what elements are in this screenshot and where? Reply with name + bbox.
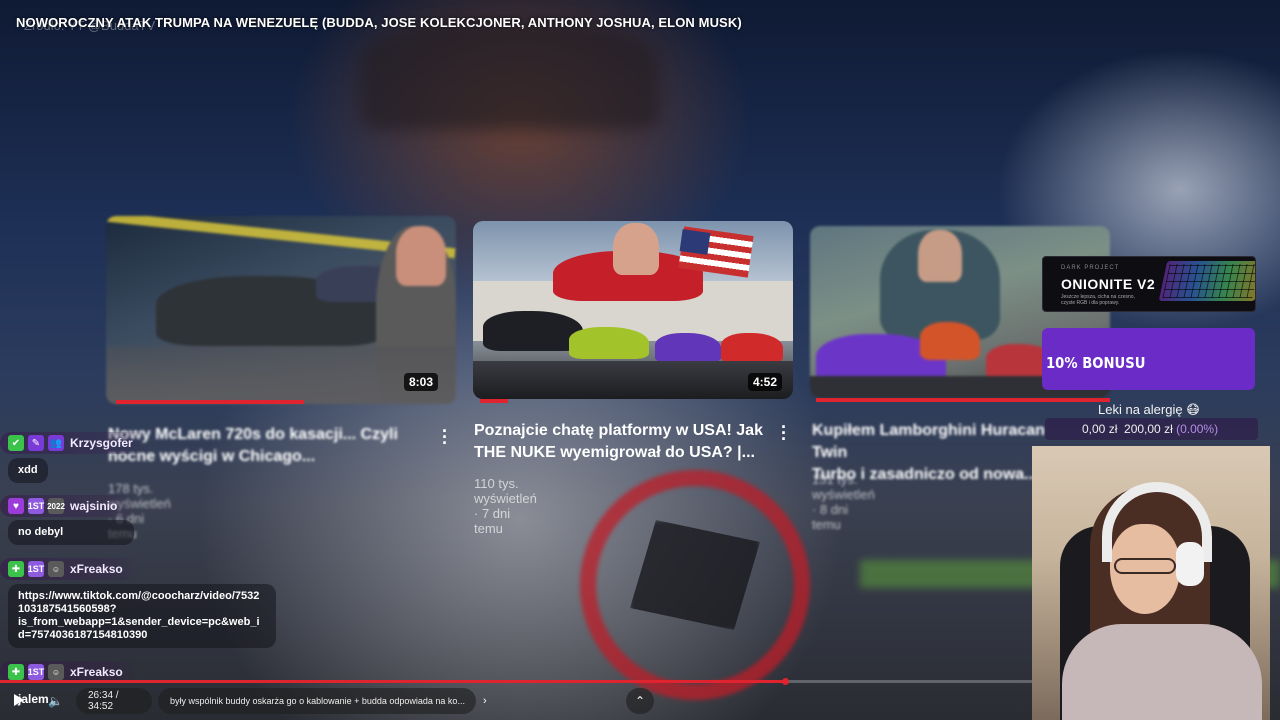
end-card-meta: 110 tys. wyświetleń · 7 dni temu xyxy=(474,476,537,536)
end-card-meta: 151 tys. wyświetleń · 8 dni temu xyxy=(812,472,875,532)
chevron-right-icon: › xyxy=(482,695,487,707)
end-card-thumbnail[interactable] xyxy=(473,221,793,399)
chat-username[interactable]: Krzysgofer xyxy=(70,436,133,450)
bonus-banner: 10% BONUSU xyxy=(1042,328,1255,390)
first-badge-icon: 1ST xyxy=(28,664,44,680)
play-icon[interactable] xyxy=(14,694,24,706)
chat-message-text: https://www.tiktok.com/@coocharz/video/7… xyxy=(8,584,276,648)
volume-icon[interactable]: 🔈 xyxy=(48,694,63,708)
progress-handle[interactable] xyxy=(782,678,789,685)
heart-badge-icon: ♥ xyxy=(8,498,24,514)
bonus-text: 10% BONUSU xyxy=(1046,354,1146,372)
sub-year-badge-icon: 2022 xyxy=(47,498,65,514)
sponsor-banner: DARK PROJECT ONIONITE V2 Jeszcze lepsza,… xyxy=(1042,256,1256,312)
end-card-title[interactable]: Nowy McLaren 720s do kasacji... Czyli no… xyxy=(108,424,428,468)
chapter-button[interactable]: były wspólnik buddy oskarża go o kablowa… xyxy=(158,688,487,714)
blurred-cap xyxy=(360,20,660,130)
chat-username[interactable]: xFreakso xyxy=(70,665,123,679)
end-card-title[interactable]: Poznajcie chatę platformy w USA! Jak THE… xyxy=(474,420,774,464)
progress-played xyxy=(0,680,786,683)
clown-badge-icon: ☺ xyxy=(48,561,64,577)
chat-message-header: ♥ 1ST 2022 wajsinio xyxy=(0,495,140,517)
sponsor-brand: DARK PROJECT xyxy=(1061,265,1120,271)
video-duration: 8:03 xyxy=(404,373,439,391)
time-display: 26:34 / 34:52 xyxy=(76,688,152,714)
first-badge-icon: 1ST xyxy=(28,561,44,577)
donation-goal-title: Leki na alergię 😷 xyxy=(1098,402,1200,417)
video-duration: 4:52 xyxy=(748,373,783,391)
chat-message-text: xdd xyxy=(8,458,48,483)
watched-progress xyxy=(116,400,304,404)
puzzle-badge-icon: ✚ xyxy=(8,664,24,680)
more-options-icon[interactable]: · · · xyxy=(779,418,789,448)
mask-emoji-icon: 😷 xyxy=(1186,402,1200,417)
chat-username[interactable]: wajsinio xyxy=(70,499,117,513)
donation-goal-values: 0,00 zł 200,00 zł (0.00%) xyxy=(1082,422,1219,436)
chat-message-header: ✔ ✎ 👥 Krzysgofer xyxy=(0,432,150,454)
video-title[interactable]: NOWOROCZNY ATAK TRUMPA NA WENEZUELĘ (BUD… xyxy=(16,15,742,30)
video-progress-bar[interactable] xyxy=(0,678,1032,685)
chat-message-text: no debyl xyxy=(8,520,134,545)
people-badge-icon: 👥 xyxy=(48,435,64,451)
streamer-webcam xyxy=(1032,446,1270,720)
feather-badge-icon: ✎ xyxy=(28,435,44,451)
chat-message-header: ✚ 1ST ☺ xFreakso xyxy=(0,558,140,580)
sponsor-product: ONIONITE V2 xyxy=(1061,276,1156,292)
chevron-up-icon[interactable]: ⌃ xyxy=(626,688,654,714)
more-options-icon[interactable]: · · · xyxy=(440,422,450,452)
watched-progress xyxy=(816,398,1110,402)
first-badge-icon: 1ST xyxy=(28,498,44,514)
chat-username[interactable]: xFreakso xyxy=(70,562,123,576)
clown-badge-icon: ☺ xyxy=(48,664,64,680)
sponsor-tagline: Jeszcze lepsza, cicha na czesno, czyste … xyxy=(1061,294,1135,306)
verified-badge-icon: ✔ xyxy=(8,435,24,451)
watched-progress xyxy=(480,399,508,403)
keyboard-image xyxy=(1158,261,1255,301)
chapter-title: były wspólnik buddy oskarża go o kablowa… xyxy=(170,696,465,706)
puzzle-badge-icon: ✚ xyxy=(8,561,24,577)
